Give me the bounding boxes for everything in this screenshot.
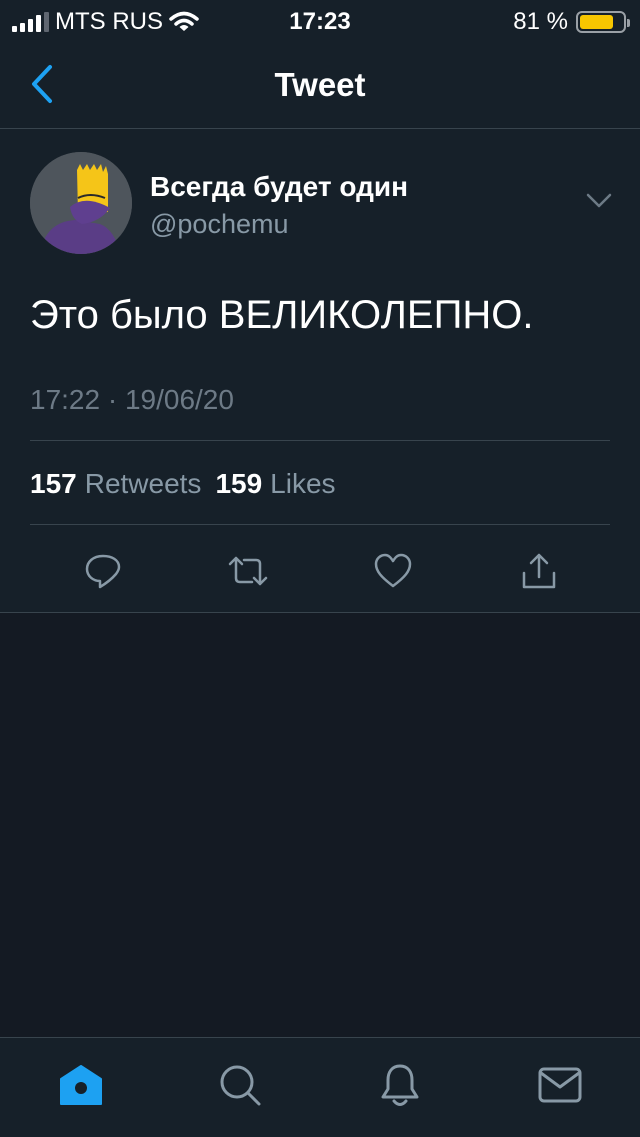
nav-bar: Tweet [0,44,640,129]
like-icon [374,553,412,588]
battery-percent: 81 % [513,8,568,35]
tweet-detail: Всегда будет один @pochemu Это было ВЕЛИ… [0,129,640,613]
tab-bar [0,1037,640,1137]
tweet-timestamp: 17:22 · 19/06/20 [30,384,234,415]
notifications-icon [381,1064,419,1106]
tweet-actions [0,549,640,593]
user-handle[interactable]: @pochemu [150,209,288,240]
likes-count[interactable]: 159 [215,468,262,500]
tab-search[interactable] [215,1060,265,1110]
messages-icon [538,1067,582,1103]
retweet-button[interactable] [226,549,270,593]
retweets-count[interactable]: 157 [30,468,77,500]
like-button[interactable] [371,549,415,593]
tweet-text: Это было ВЕЛИКОЛЕПНО. [30,293,534,337]
retweets-label[interactable]: Retweets [85,468,202,500]
reply-icon [85,554,121,589]
tab-notifications[interactable] [375,1060,425,1110]
retweet-icon [228,556,268,586]
share-icon [522,553,556,589]
chevron-down-icon [586,193,612,208]
page-title: Tweet [274,66,366,103]
reply-button[interactable] [81,549,125,593]
divider [30,524,610,525]
display-name[interactable]: Всегда будет один [150,171,408,203]
search-icon [220,1065,261,1106]
tab-home[interactable] [56,1060,106,1110]
avatar[interactable] [30,152,132,254]
battery-info: 81 % [513,8,630,36]
avatar-image [30,152,132,254]
tab-messages[interactable] [535,1060,585,1110]
share-button[interactable] [517,549,561,593]
battery-icon [576,11,630,33]
likes-label[interactable]: Likes [270,468,335,500]
divider [30,440,610,441]
home-icon [60,1065,102,1105]
status-bar: MTS RUS 17:23 81 % [0,0,640,44]
engagement-counts: 157 Retweets 159 Likes [30,468,342,500]
tweet-menu-button[interactable] [584,189,614,213]
